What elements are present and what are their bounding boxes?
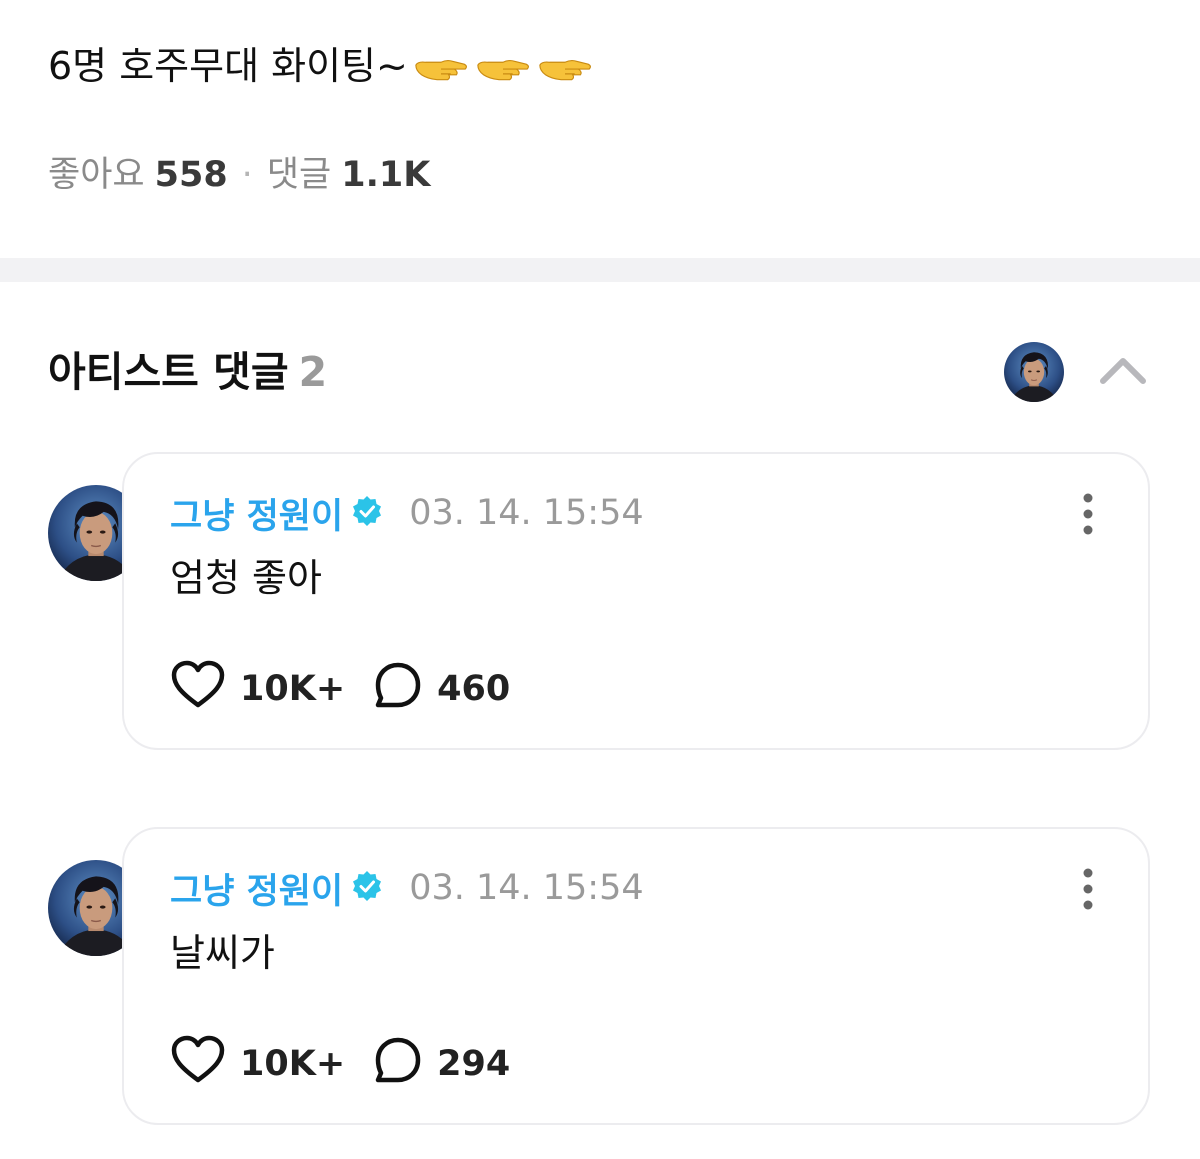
section-divider: [0, 258, 1200, 282]
backhand-index-pointing-left-icon: [474, 46, 532, 98]
likes-value[interactable]: 558: [155, 155, 228, 195]
comment-card: 그냥 정원이 03. 14. 15:54 엄청 좋아 10K+ 460: [122, 452, 1150, 750]
likes-label: 좋아요: [48, 155, 145, 195]
chevron-up-icon[interactable]: [1096, 350, 1150, 390]
more-options-icon[interactable]: [1078, 867, 1098, 911]
heart-icon[interactable]: [170, 1035, 226, 1094]
backhand-index-pointing-left-icon: [536, 46, 594, 98]
artist-comments-label: 아티스트 댓글: [48, 348, 289, 396]
reply-count: 294: [437, 1044, 511, 1084]
comments-label: 댓글: [266, 155, 332, 195]
comment-actions: 10K+ 460: [170, 660, 511, 714]
verified-badge-icon: [351, 870, 383, 906]
reply-count: 460: [437, 669, 511, 709]
comment-author-name[interactable]: 그냥 정원이: [170, 488, 343, 539]
artist-comments-title: 아티스트 댓글 2: [48, 344, 327, 400]
post-text-content: 6명 호주무대 화이팅~: [48, 44, 408, 88]
comment-header: 그냥 정원이 03. 14. 15:54: [170, 863, 644, 913]
comment-card: 그냥 정원이 03. 14. 15:54 날씨가 10K+ 294: [122, 827, 1150, 1125]
comment-author-name[interactable]: 그냥 정원이: [170, 863, 343, 914]
reply-bubble-icon[interactable]: [373, 660, 423, 719]
comment-timestamp: 03. 14. 15:54: [409, 493, 644, 533]
backhand-index-pointing-left-icon: [412, 46, 470, 98]
post-stats: 좋아요 558 · 댓글 1.1K: [48, 150, 430, 200]
more-options-icon[interactable]: [1078, 492, 1098, 536]
heart-icon[interactable]: [170, 660, 226, 719]
comment-actions: 10K+ 294: [170, 1035, 511, 1089]
like-count: 10K+: [240, 1044, 346, 1084]
comments-value[interactable]: 1.1K: [341, 155, 430, 195]
verified-badge-icon: [351, 495, 383, 531]
artist-avatar[interactable]: [1004, 342, 1064, 402]
comment-timestamp: 03. 14. 15:54: [409, 868, 644, 908]
post-text: 6명 호주무대 화이팅~: [48, 40, 594, 98]
comment-body: 엄청 좋아: [170, 556, 322, 600]
stats-separator: ·: [241, 155, 253, 195]
artist-comments-count: 2: [298, 348, 328, 396]
reply-bubble-icon[interactable]: [373, 1035, 423, 1094]
comment-header: 그냥 정원이 03. 14. 15:54: [170, 488, 644, 538]
like-count: 10K+: [240, 669, 346, 709]
comment-body: 날씨가: [170, 931, 275, 975]
